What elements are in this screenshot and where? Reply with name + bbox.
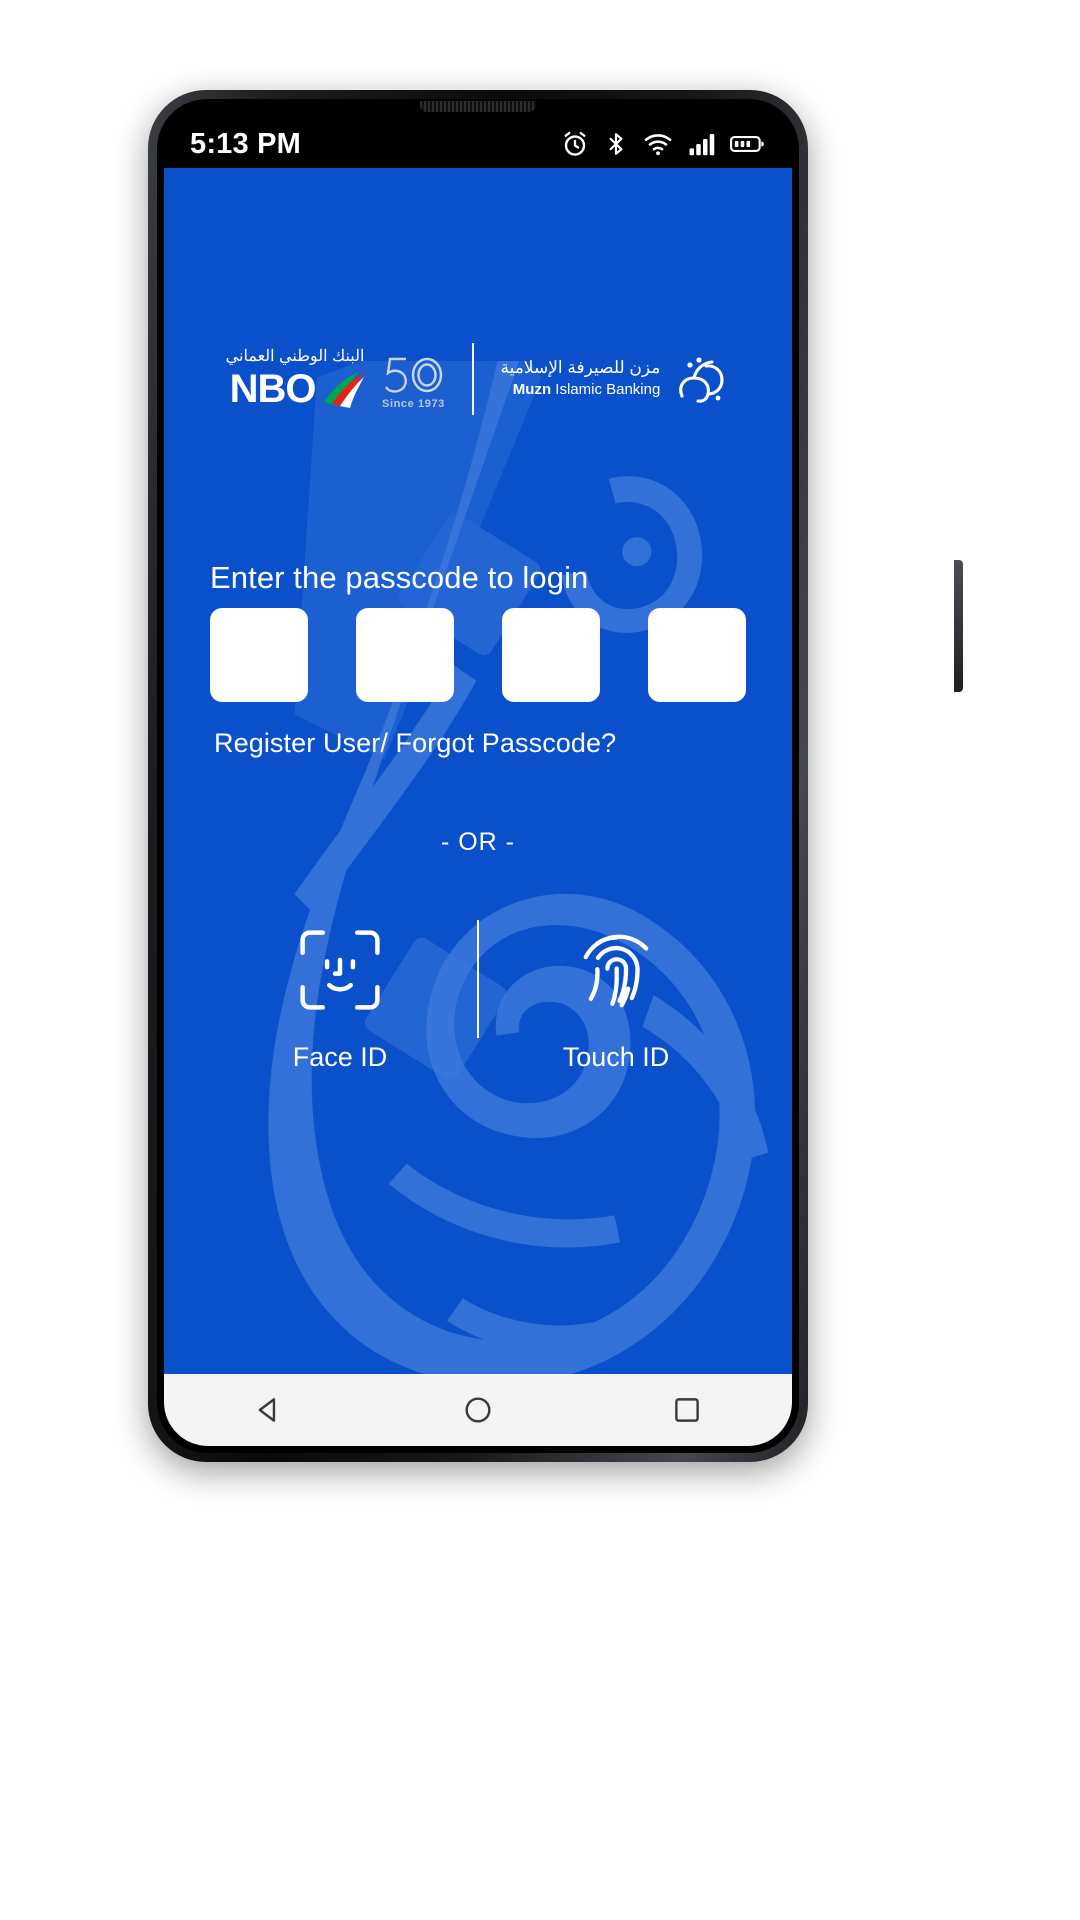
muzn-english-name: Muzn Islamic Banking	[513, 380, 661, 400]
register-forgot-passcode-link[interactable]: Register User/ Forgot Passcode?	[214, 728, 616, 759]
nav-back-button[interactable]	[239, 1380, 299, 1440]
fingerprint-icon	[583, 934, 649, 1007]
passcode-digit-3[interactable]	[502, 608, 600, 702]
face-id-label: Face ID	[292, 1041, 388, 1072]
status-bar: 5:13 PM	[164, 106, 792, 168]
passcode-digit-1[interactable]	[210, 608, 308, 702]
touch-id-option[interactable]: Touch ID	[507, 924, 725, 1073]
muzn-calligraphy-icon	[679, 357, 724, 403]
brand-logo-row: البنك الوطني العماني NBO Since 1973 مزن …	[164, 343, 792, 415]
passcode-digit-2[interactable]	[356, 608, 454, 702]
muzn-arabic-name: مزن للصيرفة الإسلامية	[500, 358, 661, 378]
nbo-logo-left: البنك الوطني العماني NBO	[226, 348, 365, 409]
logo-divider	[472, 343, 475, 415]
status-bar-icons	[560, 129, 766, 159]
muzn-logo: مزن للصيرفة الإسلامية Muzn Islamic Banki…	[500, 352, 730, 406]
nbo-wordmark: NBO	[229, 366, 317, 411]
face-id-icon	[300, 929, 380, 1010]
android-navigation-bar	[164, 1374, 792, 1446]
nbo-logo: البنك الوطني العماني NBO Since 1973	[226, 348, 447, 409]
or-separator: - OR -	[440, 828, 516, 856]
biometric-options-row: Face ID Touch ID	[164, 920, 792, 1076]
login-screen: البنك الوطني العماني NBO Since 1973 مزن …	[164, 168, 792, 1374]
nbo-since-label: Since 1973	[382, 397, 445, 410]
page-title: Enter the passcode to login	[210, 560, 589, 595]
nbo-swoosh-icon	[324, 371, 365, 408]
phone-screen: 5:13 PM البنك الوطني العماني NBO Since 1…	[164, 106, 792, 1446]
alarm-icon	[560, 129, 590, 159]
passcode-input-group	[210, 608, 746, 702]
wifi-icon	[642, 129, 674, 159]
muzn-logo-text: مزن للصيرفة الإسلامية Muzn Islamic Banki…	[500, 358, 660, 400]
passcode-digit-4[interactable]	[648, 608, 746, 702]
battery-icon	[730, 129, 766, 159]
nav-recents-button[interactable]	[657, 1380, 717, 1440]
nav-home-button[interactable]	[448, 1380, 508, 1440]
cellular-signal-icon	[687, 129, 717, 159]
muzn-english-rest: Islamic Banking	[551, 381, 661, 399]
login-content: البنك الوطني العماني NBO Since 1973 مزن …	[164, 168, 792, 1374]
bluetooth-icon	[603, 129, 629, 159]
power-button[interactable]	[954, 560, 963, 692]
nbo-50th-anniversary: Since 1973	[380, 353, 446, 410]
nbo-arabic-name: البنك الوطني العماني	[225, 348, 365, 366]
status-bar-clock: 5:13 PM	[190, 127, 301, 160]
touch-id-label: Touch ID	[562, 1041, 670, 1072]
nbo-wordmark-row: NBO	[230, 368, 365, 410]
phone-device-frame: 5:13 PM البنك الوطني العماني NBO Since 1…	[148, 90, 963, 1462]
biometric-divider	[477, 920, 479, 1038]
earpiece-speaker	[420, 101, 536, 112]
device-bezel: 5:13 PM البنك الوطني العماني NBO Since 1…	[157, 99, 799, 1453]
face-id-option[interactable]: Face ID	[231, 924, 449, 1073]
nbo-50-numeral-icon	[385, 357, 443, 393]
muzn-english-bold: Muzn	[512, 381, 552, 399]
